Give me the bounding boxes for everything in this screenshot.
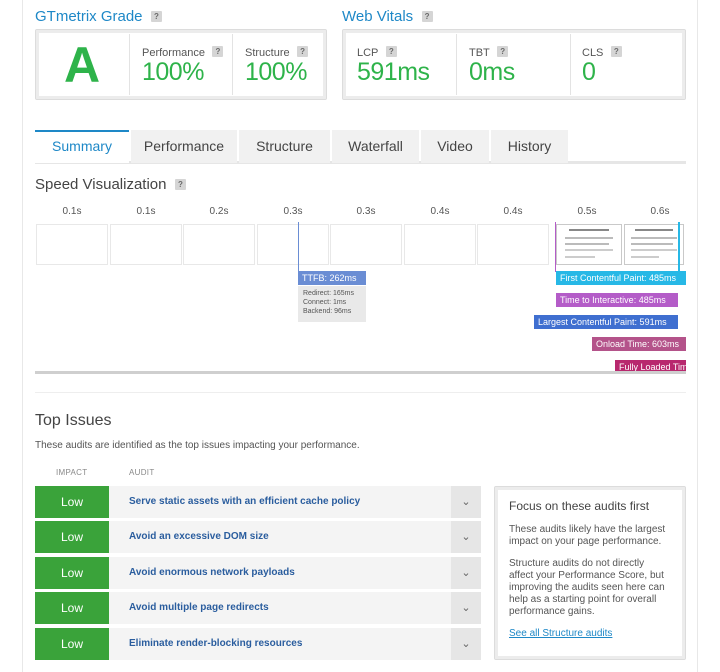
help-icon[interactable]: ?: [297, 46, 309, 58]
tab-video[interactable]: Video: [421, 130, 489, 163]
filmstrip-frame-rendered: [624, 224, 684, 265]
audit-name[interactable]: Avoid multiple page redirects: [129, 592, 269, 624]
tick-label: 0.2s: [209, 206, 229, 217]
audit-header: AUDIT: [129, 468, 155, 477]
vitals-header: Web Vitals ?: [342, 8, 433, 26]
issue-row[interactable]: Low Serve static assets with an efficien…: [35, 486, 481, 518]
filmstrip-frame: [257, 224, 329, 265]
fcp-bar: First Contentful Paint: 485ms: [556, 271, 686, 285]
filmstrip-frame: [330, 224, 402, 265]
help-icon[interactable]: ?: [610, 46, 622, 58]
structure-audits-link[interactable]: See all Structure audits: [509, 628, 671, 639]
tick-label: 0.5s: [577, 206, 597, 217]
impact-badge: Low: [35, 592, 109, 624]
tab-structure[interactable]: Structure: [239, 130, 330, 163]
grade-letter: A: [64, 37, 101, 93]
fcp-marker-line: [678, 222, 680, 272]
tab-summary[interactable]: Summary: [35, 130, 129, 163]
impact-badge: Low: [35, 628, 109, 660]
issue-row[interactable]: Low Avoid enormous network payloads ⌄: [35, 557, 481, 589]
tab-waterfall[interactable]: Waterfall: [332, 130, 419, 163]
speed-title: Speed Visualization: [35, 176, 167, 193]
focus-text-2: Structure audits do not directly affect …: [509, 558, 665, 617]
filmstrip-frame: [404, 224, 476, 265]
impact-badge: Low: [35, 557, 109, 589]
redirect-time: Redirect: 165ms: [303, 290, 354, 297]
onload-bar: Onload Time: 603ms: [592, 337, 686, 351]
help-icon[interactable]: ?: [385, 46, 397, 58]
speed-header: Speed Visualization ?: [35, 176, 186, 194]
help-icon[interactable]: ?: [212, 46, 224, 58]
issue-row[interactable]: Low Eliminate render-blocking resources …: [35, 628, 481, 660]
ttfb-bar: TTFB: 262ms: [298, 271, 366, 285]
tick-label: 0.3s: [356, 206, 376, 217]
help-icon[interactable]: ?: [174, 179, 186, 191]
tbt-value: 0ms: [469, 58, 515, 86]
issues-subtitle: These audits are identified as the top i…: [35, 440, 360, 451]
lcp-bar: Largest Contentful Paint: 591ms: [534, 315, 678, 329]
tick-label: 0.1s: [136, 206, 156, 217]
structure-value: 100%: [245, 58, 307, 86]
audit-name[interactable]: Avoid enormous network payloads: [129, 557, 295, 589]
tick-label: 0.4s: [503, 206, 523, 217]
chevron-down-icon[interactable]: ⌄: [451, 521, 481, 553]
focus-panel: Focus on these audits first These audits…: [494, 486, 686, 660]
impact-header: IMPACT: [56, 468, 88, 477]
chevron-down-icon[interactable]: ⌄: [451, 557, 481, 589]
audit-name[interactable]: Eliminate render-blocking resources: [129, 628, 302, 660]
chevron-down-icon[interactable]: ⌄: [451, 486, 481, 518]
vitals-box: LCP ? 591ms TBT ? 0ms CLS ? 0: [342, 29, 686, 100]
lcp-value: 591ms: [357, 58, 430, 86]
page-border: [22, 0, 23, 672]
issue-row[interactable]: Low Avoid multiple page redirects ⌄: [35, 592, 481, 624]
help-icon[interactable]: ?: [497, 46, 509, 58]
backend-time: Backend: 96ms: [303, 308, 352, 315]
filmstrip-frame: [36, 224, 108, 265]
grade-box: A Performance ? 100% Structure ? 100%: [35, 29, 327, 100]
focus-text-1: These audits likely have the largest imp…: [509, 524, 666, 547]
grade-title: GTmetrix Grade: [35, 8, 143, 25]
filmstrip-frame-rendered: [556, 224, 622, 265]
chevron-down-icon[interactable]: ⌄: [451, 628, 481, 660]
ttfb-breakdown: Redirect: 165ms Connect: 1ms Backend: 96…: [298, 286, 366, 322]
filmstrip-frame: [183, 224, 255, 265]
tick-label: 0.1s: [62, 206, 82, 217]
issue-row[interactable]: Low Avoid an excessive DOM size ⌄: [35, 521, 481, 553]
impact-badge: Low: [35, 486, 109, 518]
help-icon[interactable]: ?: [150, 11, 162, 23]
performance-value: 100%: [142, 58, 204, 86]
impact-badge: Low: [35, 521, 109, 553]
help-icon[interactable]: ?: [421, 11, 433, 23]
filmstrip-frame: [477, 224, 549, 265]
section-divider: [35, 392, 686, 393]
issues-title: Top Issues: [35, 412, 112, 429]
connect-time: Connect: 1ms: [303, 299, 347, 306]
tab-performance[interactable]: Performance: [131, 130, 237, 163]
grade-header: GTmetrix Grade ?: [35, 8, 162, 26]
tick-label: 0.3s: [283, 206, 303, 217]
tick-label: 0.4s: [430, 206, 450, 217]
focus-title: Focus on these audits first: [509, 499, 650, 513]
filmstrip-frame: [110, 224, 182, 265]
tick-label: 0.6s: [650, 206, 670, 217]
timeline-axis: [35, 371, 686, 374]
lcp-marker-line: [555, 222, 556, 272]
tab-history[interactable]: History: [491, 130, 568, 163]
cls-value: 0: [582, 58, 596, 86]
audit-name[interactable]: Avoid an excessive DOM size: [129, 521, 269, 553]
vitals-title: Web Vitals: [342, 8, 414, 25]
page-border-right: [697, 0, 698, 672]
tti-bar: Time to Interactive: 485ms: [556, 293, 678, 307]
ttfb-marker-line: [298, 222, 299, 272]
chevron-down-icon[interactable]: ⌄: [451, 592, 481, 624]
audit-name[interactable]: Serve static assets with an efficient ca…: [129, 486, 360, 518]
